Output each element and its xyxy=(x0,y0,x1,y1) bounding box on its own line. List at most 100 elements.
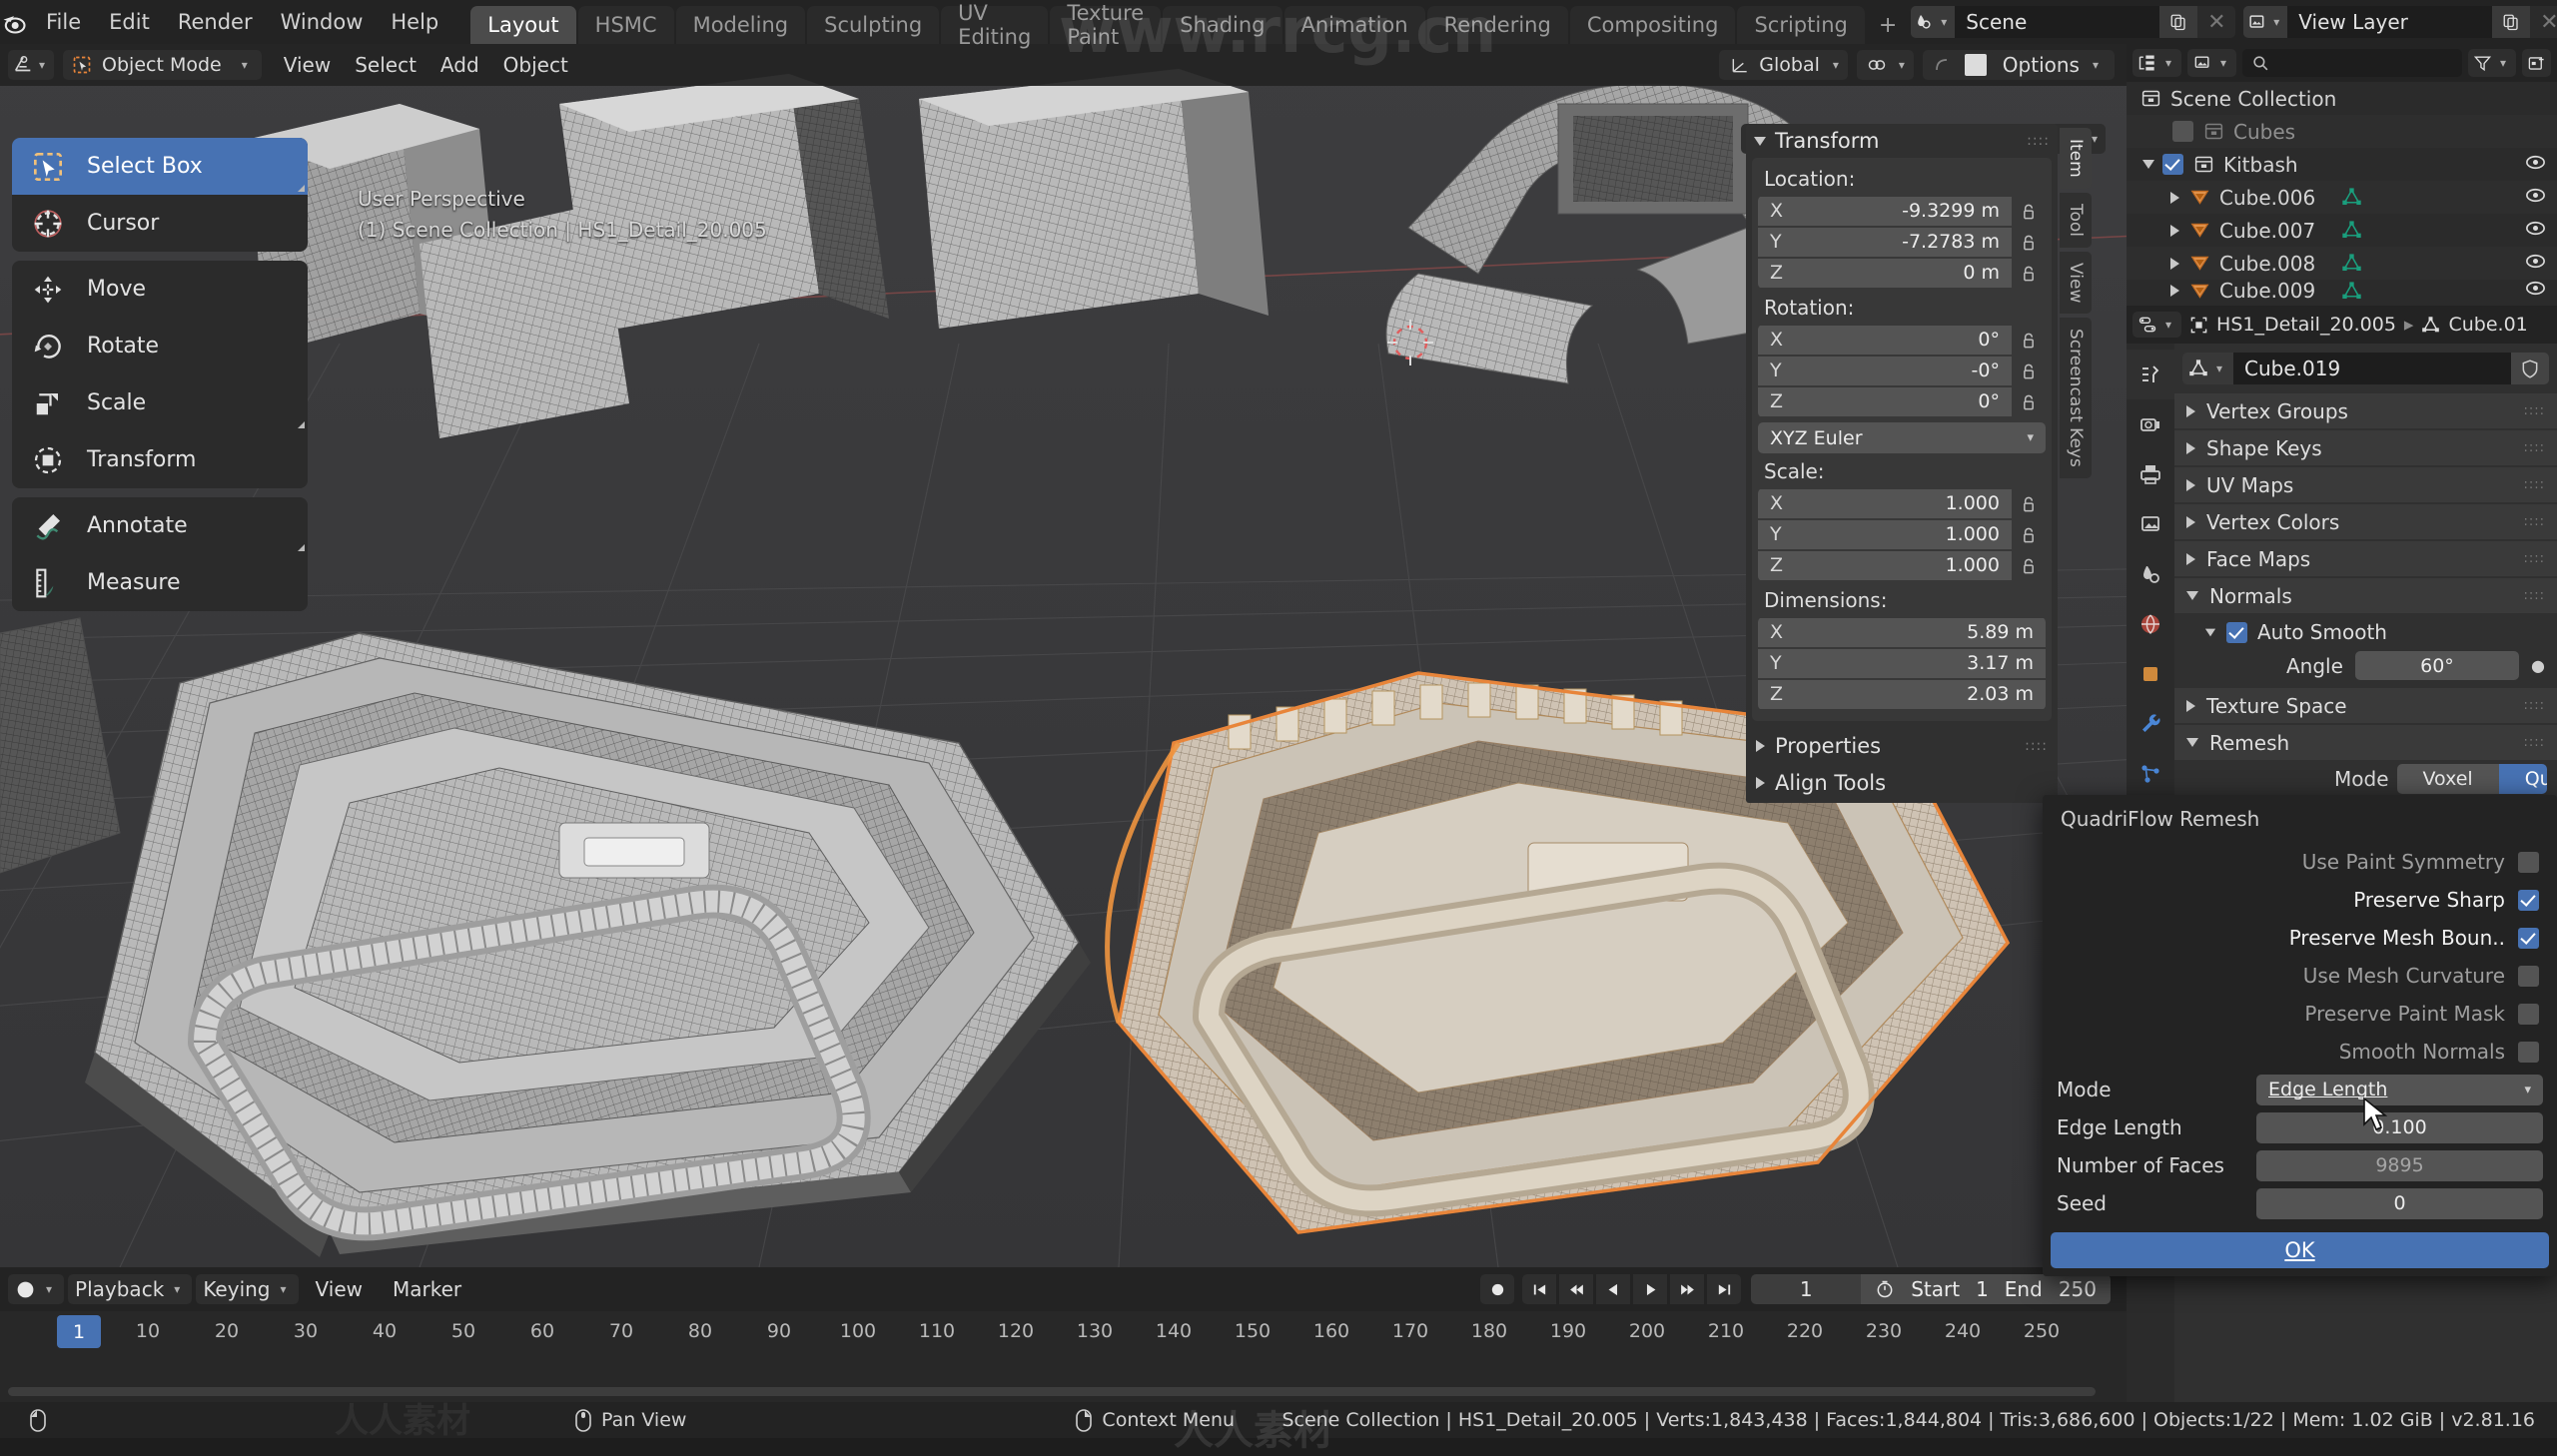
location-y-field[interactable]: Y -7.2783 m xyxy=(1758,227,2012,257)
drag-handle-icon[interactable]: :::: xyxy=(2523,514,2545,529)
visibility-eye-icon[interactable] xyxy=(2524,252,2547,276)
scene-selector[interactable]: ▾ Scene ✕ xyxy=(1911,6,2236,38)
new-scene-button[interactable] xyxy=(2159,6,2198,38)
drag-handle-icon[interactable]: :::: xyxy=(2027,133,2050,149)
properties-tab-output[interactable] xyxy=(2127,449,2174,499)
location-z-field[interactable]: Z 0 m xyxy=(1758,258,2012,288)
interaction-mode-selector[interactable]: Object Mode ▾ xyxy=(63,50,262,80)
panel-shape-keys[interactable]: Shape Keys :::: xyxy=(2174,430,2557,465)
start-frame-value[interactable]: 1 xyxy=(1976,1277,1989,1301)
properties-tab-world[interactable] xyxy=(2127,599,2174,649)
tool-submenu-indicator[interactable] xyxy=(298,544,305,551)
seed-input[interactable]: 0 xyxy=(2256,1187,2543,1219)
lock-scale-z-icon[interactable] xyxy=(2012,556,2046,576)
dimensions-z-field[interactable]: Z 2.03 m xyxy=(1758,679,2046,709)
transform-orientation-selector[interactable]: Global ▾ xyxy=(1719,50,1848,80)
tool-cursor[interactable]: Cursor xyxy=(12,195,308,252)
timeline-menu-keying[interactable]: Keying ▾ xyxy=(196,1274,299,1304)
chevron-down-icon[interactable]: ▾ xyxy=(1894,58,1910,72)
properties-tab-object[interactable] xyxy=(2127,649,2174,699)
tool-scale[interactable]: Scale xyxy=(12,374,308,431)
chevron-right-icon[interactable] xyxy=(2170,191,2179,204)
panel-face-maps[interactable]: Face Maps :::: xyxy=(2174,541,2557,576)
tool-measure[interactable]: Measure xyxy=(12,554,308,611)
drag-handle-icon[interactable]: :::: xyxy=(2523,477,2545,492)
timeline-horizontal-scrollbar[interactable] xyxy=(0,1384,2127,1398)
dimensions-y-field[interactable]: Y 3.17 m xyxy=(1758,648,2046,678)
tool-transform[interactable]: Transform xyxy=(12,431,308,488)
drag-handle-icon[interactable]: :::: xyxy=(2523,403,2545,418)
panel-texture-space[interactable]: Texture Space :::: xyxy=(2174,688,2557,723)
transform-panel-header[interactable]: Transform :::: xyxy=(1746,124,2058,158)
lock-rotation-z-icon[interactable] xyxy=(2012,392,2046,412)
menu-edit[interactable]: Edit xyxy=(95,6,164,38)
menu-window[interactable]: Window xyxy=(267,6,378,38)
drag-handle-icon[interactable]: :::: xyxy=(2025,738,2048,754)
tool-move[interactable]: Move xyxy=(12,261,308,318)
jump-to-start-button[interactable] xyxy=(1522,1274,1557,1304)
end-frame-value[interactable]: 250 xyxy=(2059,1277,2097,1301)
smooth-normals-checkbox[interactable] xyxy=(2518,1041,2539,1063)
use-paint-symmetry-checkbox[interactable] xyxy=(2518,851,2539,873)
jump-to-prev-keyframe-button[interactable] xyxy=(1559,1274,1594,1304)
tool-submenu-indicator[interactable] xyxy=(298,421,305,428)
menu-help[interactable]: Help xyxy=(377,6,452,38)
tool-annotate[interactable]: Annotate xyxy=(12,497,308,554)
outliner-row-scene-collection[interactable]: Scene Collection xyxy=(2127,82,2557,115)
dimensions-x-field[interactable]: X 5.89 m xyxy=(1758,617,2046,647)
chevron-down-icon[interactable] xyxy=(2142,160,2154,169)
stopwatch-icon[interactable] xyxy=(1875,1279,1895,1299)
snap-magnet-icon[interactable] xyxy=(1861,50,1894,80)
timeline-playhead[interactable]: 1 xyxy=(57,1315,101,1348)
visibility-eye-icon[interactable] xyxy=(2524,219,2547,243)
timeline-editor-type-button[interactable]: ▾ xyxy=(8,1274,65,1304)
visibility-eye-icon[interactable] xyxy=(2524,186,2547,210)
view-layer-name[interactable]: View Layer xyxy=(2287,6,2493,38)
outliner-new-collection-button[interactable] xyxy=(2522,49,2551,77)
timeline-menu-playback[interactable]: Playback ▾ xyxy=(68,1274,193,1304)
collection-checkbox[interactable] xyxy=(2172,121,2193,142)
preserve-mesh-boundary-checkbox[interactable] xyxy=(2518,927,2539,949)
auto-smooth-checkbox[interactable] xyxy=(2226,621,2247,643)
close-scene-button[interactable]: ✕ xyxy=(2197,6,2236,38)
lock-rotation-y-icon[interactable] xyxy=(2012,362,2046,381)
timeline-ruler[interactable]: 1 10 20 30 40 50 60 70 80 90 100 110 120… xyxy=(0,1311,2127,1353)
outliner-row-object[interactable]: Cube.009 xyxy=(2127,280,2557,302)
jump-to-next-keyframe-button[interactable] xyxy=(1670,1274,1705,1304)
fake-user-shield-icon[interactable] xyxy=(2511,353,2549,384)
rotation-y-field[interactable]: Y -0° xyxy=(1758,356,2012,385)
mesh-name-input[interactable]: Cube.019 xyxy=(2233,353,2511,384)
properties-tab-render[interactable] xyxy=(2127,399,2174,449)
workspace-tab-compositing[interactable]: Compositing xyxy=(1569,6,1736,44)
workspace-tab-layout[interactable]: Layout xyxy=(470,6,576,44)
outliner-filter-button[interactable]: ▾ xyxy=(2467,49,2516,77)
breadcrumb-mesh-label[interactable]: Cube.01 xyxy=(2448,314,2527,336)
chevron-right-icon[interactable] xyxy=(2170,285,2179,297)
chevron-down-icon[interactable] xyxy=(2204,628,2216,636)
sidebar-tab-tool[interactable]: Tool xyxy=(2060,192,2092,248)
preserve-paint-mask-checkbox[interactable] xyxy=(2518,1003,2539,1025)
workspace-tab-rendering[interactable]: Rendering xyxy=(1426,6,1568,44)
outliner-row-object[interactable]: Cube.006 xyxy=(2127,181,2557,214)
rotation-z-field[interactable]: Z 0° xyxy=(1758,386,2012,416)
viewport-menu-add[interactable]: Add xyxy=(428,50,491,80)
drag-handle-icon[interactable]: :::: xyxy=(2523,735,2545,750)
workspace-tab-add[interactable]: + xyxy=(1867,6,1909,44)
lock-location-z-icon[interactable] xyxy=(2012,264,2046,284)
mesh-data-icon[interactable] xyxy=(2341,281,2362,302)
tool-submenu-indicator[interactable] xyxy=(298,185,305,192)
mesh-data-icon[interactable]: ▾ xyxy=(2182,353,2234,384)
panel-vertex-colors[interactable]: Vertex Colors :::: xyxy=(2174,504,2557,539)
outliner-display-mode-button[interactable]: ▾ xyxy=(2187,49,2237,77)
new-view-layer-button[interactable] xyxy=(2492,6,2531,38)
properties-tab-tool[interactable] xyxy=(2127,350,2174,399)
blender-logo-icon[interactable] xyxy=(0,0,28,44)
play-button[interactable] xyxy=(1633,1274,1668,1304)
visibility-eye-icon[interactable] xyxy=(2524,153,2547,177)
lock-scale-x-icon[interactable] xyxy=(2012,494,2046,514)
lock-location-y-icon[interactable] xyxy=(2012,233,2046,253)
properties-tab-modifier[interactable] xyxy=(2127,699,2174,749)
lock-rotation-x-icon[interactable] xyxy=(2012,331,2046,351)
scale-x-field[interactable]: X 1.000 xyxy=(1758,488,2012,518)
outliner-row-object[interactable]: Cube.007 xyxy=(2127,214,2557,247)
